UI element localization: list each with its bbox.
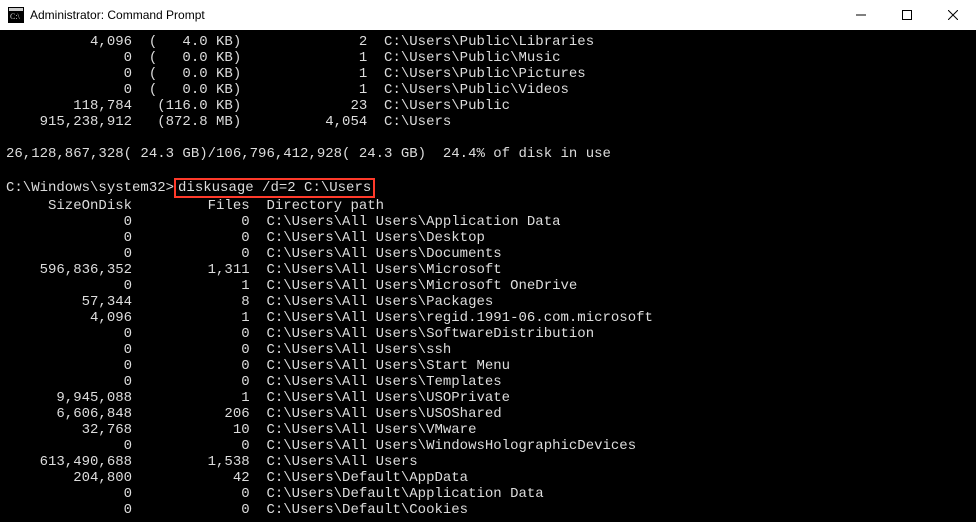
command-highlight: diskusage /d=2 C:\Users — [174, 178, 375, 198]
output-row: 613,490,688 1,538 C:\Users\All Users — [6, 454, 970, 470]
output-row: 0 0 C:\Users\All Users\Documents — [6, 246, 970, 262]
output-row: 9,945,088 1 C:\Users\All Users\USOPrivat… — [6, 390, 970, 406]
cmd-icon: C:\ — [8, 7, 24, 23]
output-row: 4,096 ( 4.0 KB) 2 C:\Users\Public\Librar… — [6, 34, 970, 50]
output-row: 6,606,848 206 C:\Users\All Users\USOShar… — [6, 406, 970, 422]
output-row: 0 0 C:\Users\All Users\WindowsHolographi… — [6, 438, 970, 454]
close-button[interactable] — [930, 0, 976, 30]
window-controls — [838, 0, 976, 30]
svg-text:C:\: C:\ — [10, 12, 21, 21]
output-row: 0 0 C:\Users\Default\Cookies — [6, 502, 970, 518]
output-row: 118,784 (116.0 KB) 23 C:\Users\Public — [6, 98, 970, 114]
minimize-button[interactable] — [838, 0, 884, 30]
titlebar: C:\ Administrator: Command Prompt — [0, 0, 976, 30]
column-header: SizeOnDisk Files Directory path — [6, 198, 970, 214]
output-row: 4,096 1 C:\Users\All Users\regid.1991-06… — [6, 310, 970, 326]
output-row: 0 ( 0.0 KB) 1 C:\Users\Public\Videos — [6, 82, 970, 98]
output-row: 204,800 42 C:\Users\Default\AppData — [6, 470, 970, 486]
output-row: 32,768 10 C:\Users\All Users\VMware — [6, 422, 970, 438]
maximize-button[interactable] — [884, 0, 930, 30]
output-row: 0 0 C:\Users\All Users\Start Menu — [6, 358, 970, 374]
output-row: 0 0 C:\Users\Default\Application Data — [6, 486, 970, 502]
output-row: 0 0 C:\Users\All Users\SoftwareDistribut… — [6, 326, 970, 342]
output-row: 0 0 C:\Users\All Users\Templates — [6, 374, 970, 390]
output-row: 0 0 C:\Users\All Users\Application Data — [6, 214, 970, 230]
prompt-path: C:\Windows\system32> — [6, 180, 174, 196]
output-row: 596,836,352 1,311 C:\Users\All Users\Mic… — [6, 262, 970, 278]
disk-summary: 26,128,867,328( 24.3 GB)/106,796,412,928… — [6, 146, 970, 162]
output-row: 0 1 C:\Users\All Users\Microsoft OneDriv… — [6, 278, 970, 294]
output-row: 0 0 C:\Users\All Users\Desktop — [6, 230, 970, 246]
prompt-line: C:\Windows\system32>diskusage /d=2 C:\Us… — [6, 178, 970, 198]
output-row: 0 ( 0.0 KB) 1 C:\Users\Public\Pictures — [6, 66, 970, 82]
output-row: 0 ( 0.0 KB) 1 C:\Users\Public\Music — [6, 50, 970, 66]
terminal-output[interactable]: 4,096 ( 4.0 KB) 2 C:\Users\Public\Librar… — [0, 30, 976, 522]
window-title: Administrator: Command Prompt — [30, 8, 838, 22]
output-row: 915,238,912 (872.8 MB) 4,054 C:\Users — [6, 114, 970, 130]
output-row: 57,344 8 C:\Users\All Users\Packages — [6, 294, 970, 310]
output-row: 0 0 C:\Users\All Users\ssh — [6, 342, 970, 358]
